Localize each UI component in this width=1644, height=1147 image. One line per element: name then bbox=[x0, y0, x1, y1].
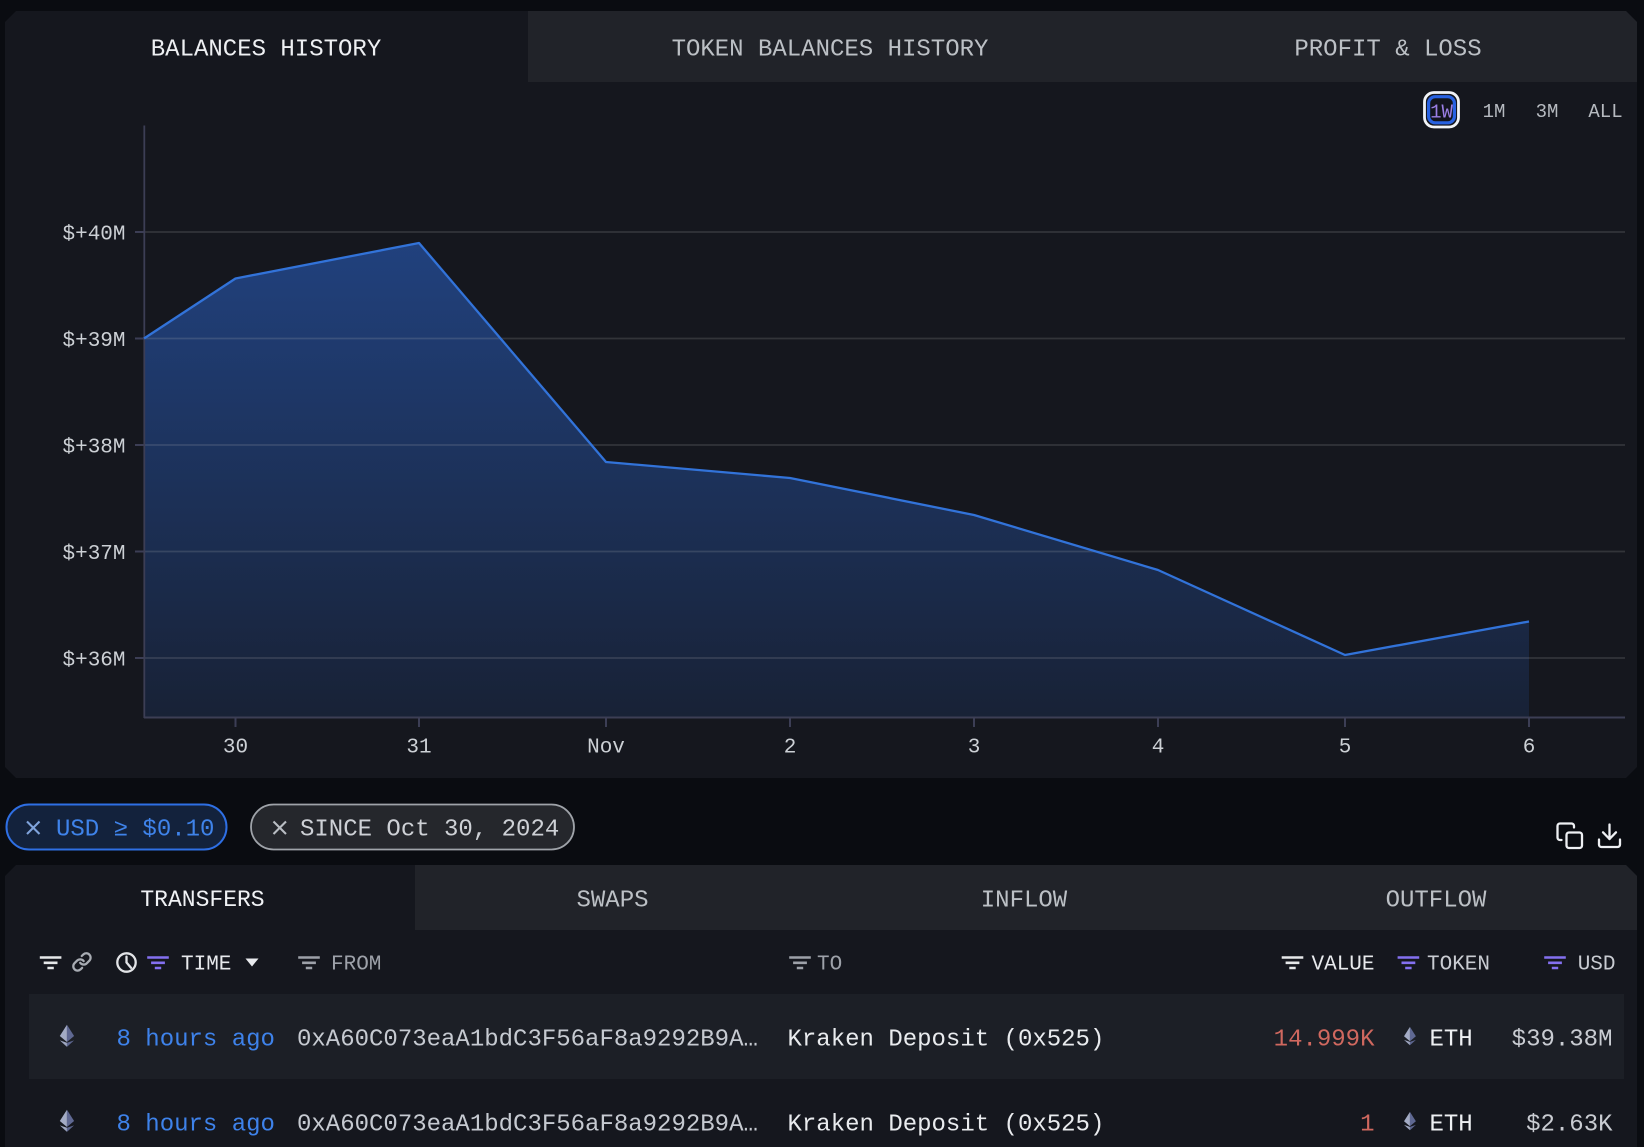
svg-text:1M: 1M bbox=[1483, 101, 1506, 123]
svg-text:$+36M: $+36M bbox=[62, 649, 125, 672]
svg-text:TO: TO bbox=[817, 954, 842, 977]
svg-text:VALUE: VALUE bbox=[1311, 954, 1374, 977]
svg-text:6: 6 bbox=[1523, 737, 1536, 760]
svg-text:Kraken Deposit (0x525): Kraken Deposit (0x525) bbox=[788, 1112, 1105, 1139]
svg-text:3: 3 bbox=[968, 737, 981, 760]
svg-text:ALL: ALL bbox=[1588, 101, 1622, 123]
svg-text:4: 4 bbox=[1152, 737, 1165, 760]
svg-text:Nov: Nov bbox=[587, 737, 625, 760]
svg-text:1: 1 bbox=[1360, 1112, 1374, 1139]
svg-text:8 hours ago: 8 hours ago bbox=[117, 1027, 275, 1054]
svg-text:TOKEN BALANCES HISTORY: TOKEN BALANCES HISTORY bbox=[672, 37, 989, 64]
svg-text:FROM: FROM bbox=[331, 954, 381, 977]
svg-text:$+37M: $+37M bbox=[62, 543, 125, 566]
svg-text:8 hours ago: 8 hours ago bbox=[117, 1112, 275, 1139]
svg-text:Kraken Deposit (0x525): Kraken Deposit (0x525) bbox=[788, 1027, 1105, 1054]
svg-text:BALANCES HISTORY: BALANCES HISTORY bbox=[151, 37, 381, 64]
svg-text:$+39M: $+39M bbox=[62, 330, 125, 353]
svg-text:31: 31 bbox=[406, 737, 431, 760]
svg-text:3M: 3M bbox=[1536, 101, 1559, 123]
svg-text:30: 30 bbox=[223, 737, 248, 760]
svg-text:$2.63K: $2.63K bbox=[1526, 1112, 1613, 1139]
svg-text:USD ≥ $0.10: USD ≥ $0.10 bbox=[56, 817, 214, 844]
svg-text:TRANSFERS: TRANSFERS bbox=[140, 887, 264, 913]
svg-text:SWAPS: SWAPS bbox=[576, 888, 648, 915]
svg-text:$39.38M: $39.38M bbox=[1512, 1027, 1613, 1054]
svg-text:INFLOW: INFLOW bbox=[981, 888, 1068, 915]
svg-text:ETH: ETH bbox=[1430, 1112, 1473, 1139]
svg-text:TIME: TIME bbox=[181, 954, 231, 977]
svg-text:ETH: ETH bbox=[1430, 1027, 1473, 1054]
svg-text:$+38M: $+38M bbox=[62, 436, 125, 459]
svg-text:PROFIT & LOSS: PROFIT & LOSS bbox=[1294, 37, 1481, 64]
svg-text:5: 5 bbox=[1339, 737, 1352, 760]
svg-text:0xA60C073eaA1bdC3F56aF8a9292B9: 0xA60C073eaA1bdC3F56aF8a9292B9A… bbox=[297, 1027, 758, 1054]
svg-text:$+40M: $+40M bbox=[62, 223, 125, 246]
svg-text:OUTFLOW: OUTFLOW bbox=[1386, 888, 1487, 915]
svg-text:2: 2 bbox=[784, 737, 797, 760]
svg-text:1W: 1W bbox=[1430, 102, 1453, 124]
svg-text:USD: USD bbox=[1578, 954, 1616, 977]
svg-text:0xA60C073eaA1bdC3F56aF8a9292B9: 0xA60C073eaA1bdC3F56aF8a9292B9A… bbox=[297, 1112, 758, 1139]
svg-text:14.999K: 14.999K bbox=[1274, 1027, 1375, 1054]
svg-text:TOKEN: TOKEN bbox=[1427, 954, 1490, 977]
svg-text:SINCE Oct 30, 2024: SINCE Oct 30, 2024 bbox=[300, 817, 559, 844]
